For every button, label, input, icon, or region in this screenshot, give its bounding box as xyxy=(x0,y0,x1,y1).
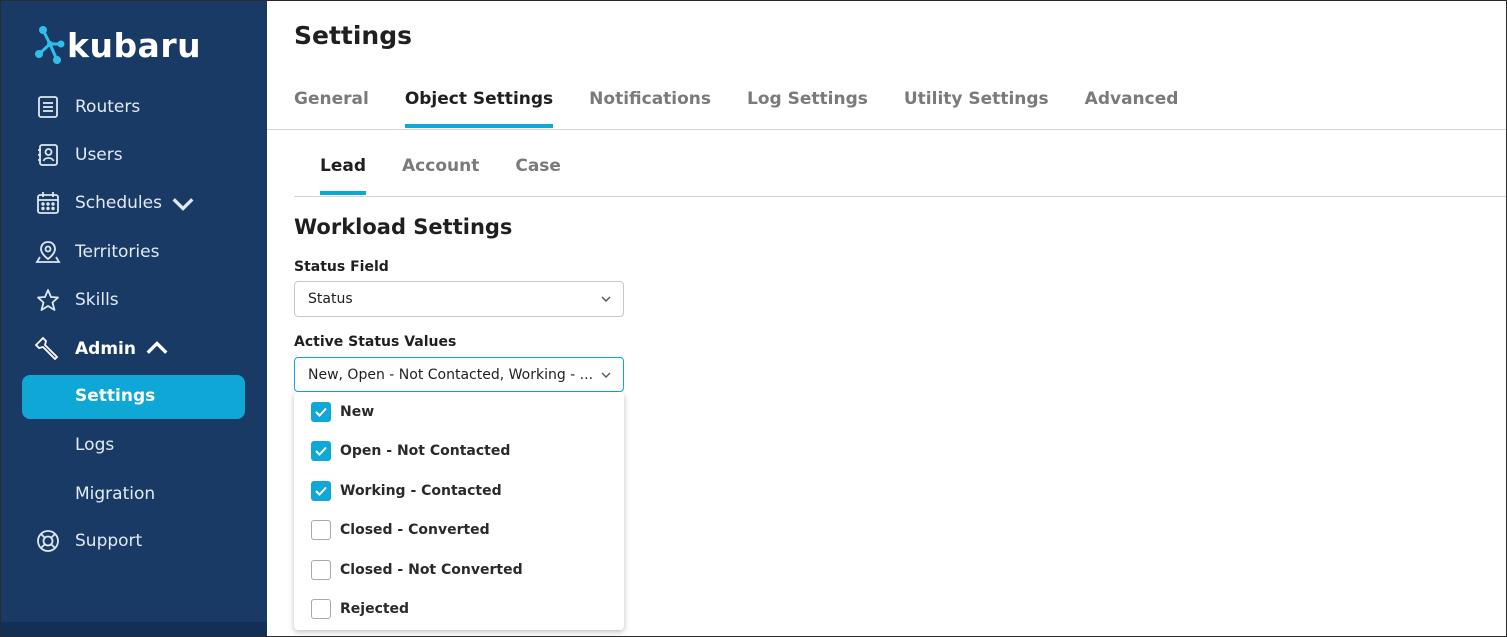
section-title: Workload Settings xyxy=(294,215,513,239)
wrench-icon xyxy=(35,336,59,361)
check-icon xyxy=(315,446,327,456)
checkbox-checked[interactable] xyxy=(311,481,331,501)
sidebar-item-label: Skills xyxy=(75,290,119,310)
status-field-label: Status Field xyxy=(294,259,389,275)
option-label: Working - Contacted xyxy=(340,483,502,499)
option-label: Closed - Converted xyxy=(340,522,490,538)
sidebar-item-label: Settings xyxy=(75,386,156,406)
contacts-icon xyxy=(38,144,58,166)
tabs-divider xyxy=(267,129,1506,130)
option-label: Open - Not Contacted xyxy=(340,443,511,459)
option-label: New xyxy=(340,404,375,420)
sidebar-item-settings[interactable]: Settings xyxy=(22,375,245,419)
subtab-account[interactable]: Account xyxy=(402,156,479,196)
sidebar-item-schedules[interactable]: Schedules xyxy=(35,188,210,218)
chevron-down-icon xyxy=(601,372,611,378)
sidebar-item-migration[interactable]: Migration xyxy=(75,484,155,504)
option-label: Closed - Not Converted xyxy=(340,562,523,578)
active-status-values-label: Active Status Values xyxy=(294,334,457,350)
sidebar-item-label: Routers xyxy=(75,97,141,117)
option-closed-not-converted[interactable]: Closed - Not Converted xyxy=(311,560,523,580)
sidebar-item-territories[interactable]: Territories xyxy=(35,237,159,267)
checkbox-unchecked[interactable] xyxy=(311,599,331,619)
sidebar-item-logs[interactable]: Logs xyxy=(75,435,114,455)
check-icon xyxy=(315,407,327,417)
subtab-case[interactable]: Case xyxy=(515,156,561,196)
sidebar-item-routers[interactable]: Routers xyxy=(35,92,140,122)
star-icon xyxy=(37,289,59,311)
sidebar-item-label: Schedules xyxy=(75,193,162,213)
sidebar-item-support[interactable]: Support xyxy=(35,526,142,556)
subtabs-divider xyxy=(294,196,1506,197)
map-pin-icon xyxy=(35,241,61,263)
select-value: Status xyxy=(308,291,353,307)
sidebar-item-skills[interactable]: Skills xyxy=(35,285,119,315)
check-icon xyxy=(315,486,327,496)
main-content: Settings General Object Settings Notific… xyxy=(267,1,1506,636)
checkbox-unchecked[interactable] xyxy=(311,560,331,580)
chevron-down-icon xyxy=(601,296,611,302)
checkbox-checked[interactable] xyxy=(311,441,331,461)
option-rejected[interactable]: Rejected xyxy=(311,599,409,619)
calendar-icon xyxy=(37,192,59,214)
list-icon xyxy=(38,96,58,118)
tab-object-settings[interactable]: Object Settings xyxy=(404,89,554,129)
sidebar-item-label: Support xyxy=(75,531,143,551)
tab-log-settings[interactable]: Log Settings xyxy=(747,89,868,129)
tab-notifications[interactable]: Notifications xyxy=(589,89,711,129)
option-closed-converted[interactable]: Closed - Converted xyxy=(311,520,490,540)
status-values-dropdown: New Open - Not Contacted Working - Conta… xyxy=(294,392,624,630)
kubaru-logo[interactable]: kubaru xyxy=(35,23,201,67)
page-title: Settings xyxy=(294,21,413,50)
sidebar-item-label: Territories xyxy=(75,242,160,262)
option-new[interactable]: New xyxy=(311,402,374,422)
lifebuoy-icon xyxy=(37,530,59,552)
sidebar-footer xyxy=(1,622,267,636)
settings-tabs: General Object Settings Notifications Lo… xyxy=(294,89,1214,129)
sidebar-item-admin[interactable]: Admin xyxy=(35,334,184,364)
option-label: Rejected xyxy=(340,601,410,617)
tab-advanced[interactable]: Advanced xyxy=(1085,89,1179,129)
option-working-contacted[interactable]: Working - Contacted xyxy=(311,481,502,501)
subtab-lead[interactable]: Lead xyxy=(320,156,367,196)
status-field-select[interactable]: Status xyxy=(294,281,624,317)
sidebar: kubaru Routers Users Schedules Territori… xyxy=(1,1,267,636)
option-open-not-contacted[interactable]: Open - Not Contacted xyxy=(311,441,510,461)
logo-text: kubaru xyxy=(67,25,202,65)
chevron-up-icon xyxy=(146,341,168,354)
checkbox-unchecked[interactable] xyxy=(311,520,331,540)
sidebar-item-label: Users xyxy=(75,145,123,165)
active-status-values-select[interactable]: New, Open - Not Contacted, Working - ... xyxy=(294,357,624,392)
select-value: New, Open - Not Contacted, Working - ... xyxy=(308,367,594,383)
object-subtabs: Lead Account Case xyxy=(320,156,597,196)
chevron-down-icon xyxy=(172,198,194,211)
tab-utility-settings[interactable]: Utility Settings xyxy=(904,89,1049,129)
checkbox-checked[interactable] xyxy=(311,402,331,422)
tab-general[interactable]: General xyxy=(294,89,369,129)
sidebar-item-users[interactable]: Users xyxy=(35,140,123,170)
kubaru-logo-icon xyxy=(35,26,65,64)
sidebar-item-label: Admin xyxy=(75,339,136,359)
